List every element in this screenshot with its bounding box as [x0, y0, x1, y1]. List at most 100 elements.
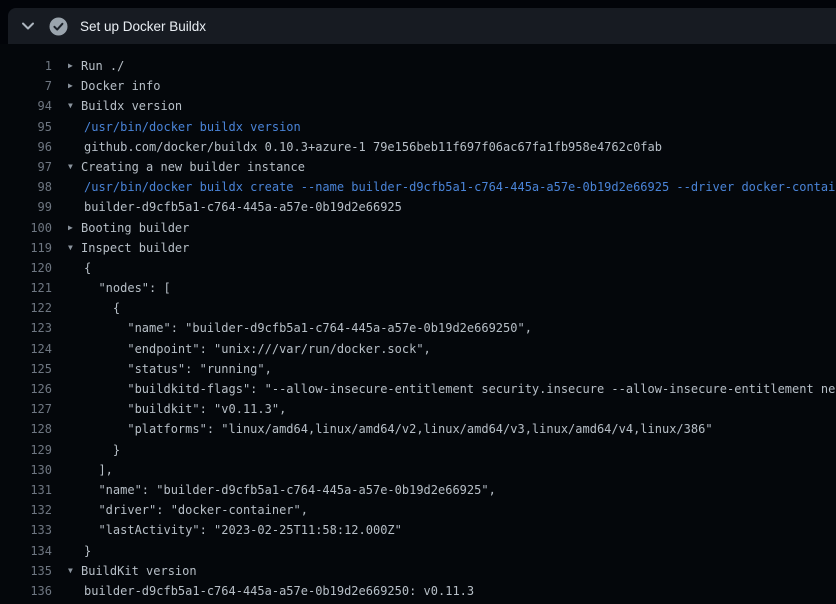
- log-output-text: }: [68, 541, 91, 561]
- line-number[interactable]: 125: [0, 359, 52, 379]
- log-output-text: "buildkit": "v0.11.3",: [68, 399, 286, 419]
- log-group-title: BuildKit version: [81, 561, 197, 581]
- log-line: 124 "endpoint": "unix:///var/run/docker.…: [0, 339, 836, 359]
- log-group-title: Creating a new builder instance: [81, 157, 305, 177]
- log-output-text: }: [68, 440, 120, 460]
- log-group-toggle[interactable]: ▶Docker info: [68, 76, 160, 96]
- line-number[interactable]: 134: [0, 541, 52, 561]
- line-number[interactable]: 98: [0, 177, 52, 197]
- log-output-text: {: [68, 298, 120, 318]
- line-number[interactable]: 122: [0, 298, 52, 318]
- log-line: 120 {: [0, 258, 836, 278]
- log-line: 130 ],: [0, 460, 836, 480]
- log-output-text: "nodes": [: [68, 278, 171, 298]
- line-number[interactable]: 124: [0, 339, 52, 359]
- log-output-text: "driver": "docker-container",: [68, 500, 308, 520]
- line-number[interactable]: 7: [0, 76, 52, 96]
- expand-group-icon[interactable]: ▶: [68, 218, 81, 238]
- log-output-text: github.com/docker/buildx 0.10.3+azure-1 …: [68, 137, 662, 157]
- collapse-group-icon[interactable]: ▼: [68, 157, 81, 177]
- line-number[interactable]: 121: [0, 278, 52, 298]
- log-group-toggle[interactable]: ▼Buildx version: [68, 96, 182, 116]
- collapse-group-icon[interactable]: ▼: [68, 561, 81, 581]
- line-number[interactable]: 123: [0, 318, 52, 338]
- line-number[interactable]: 126: [0, 379, 52, 399]
- chevron-down-icon[interactable]: [16, 14, 40, 38]
- line-number[interactable]: 133: [0, 520, 52, 540]
- log-line: 7 ▶Docker info: [0, 76, 836, 96]
- line-number[interactable]: 132: [0, 500, 52, 520]
- log-line: 132 "driver": "docker-container",: [0, 500, 836, 520]
- line-number[interactable]: 135: [0, 561, 52, 581]
- log-line: 95/usr/bin/docker buildx version: [0, 117, 836, 137]
- log-line: 134}: [0, 541, 836, 561]
- log-group-title: Run ./: [81, 56, 124, 76]
- log-output-text: "name": "builder-d9cfb5a1-c764-445a-a57e…: [68, 480, 496, 500]
- log-line: 97 ▼Creating a new builder instance: [0, 157, 836, 177]
- line-number[interactable]: 94: [0, 96, 52, 116]
- log-line: 135 ▼BuildKit version: [0, 561, 836, 581]
- line-number[interactable]: 97: [0, 157, 52, 177]
- step-header[interactable]: Set up Docker Buildx: [8, 8, 836, 44]
- collapse-group-icon[interactable]: ▼: [68, 96, 81, 116]
- log-line: 127 "buildkit": "v0.11.3",: [0, 399, 836, 419]
- step-title: Set up Docker Buildx: [80, 19, 206, 34]
- log-group-toggle[interactable]: ▼Creating a new builder instance: [68, 157, 305, 177]
- log-output-text: "status": "running",: [68, 359, 272, 379]
- log-output-text: "name": "builder-d9cfb5a1-c764-445a-a57e…: [68, 318, 532, 338]
- line-number[interactable]: 1: [0, 56, 52, 76]
- log-output-text: "lastActivity": "2023-02-25T11:58:12.000…: [68, 520, 402, 540]
- log-line: 131 "name": "builder-d9cfb5a1-c764-445a-…: [0, 480, 836, 500]
- log-line: 98/usr/bin/docker buildx create --name b…: [0, 177, 836, 197]
- log-group-title: Booting builder: [81, 218, 189, 238]
- line-number[interactable]: 128: [0, 419, 52, 439]
- log-line: 1 ▶Run ./: [0, 56, 836, 76]
- log-line: 122 {: [0, 298, 836, 318]
- log-group-title: Inspect builder: [81, 238, 189, 258]
- line-number[interactable]: 100: [0, 218, 52, 238]
- line-number[interactable]: 127: [0, 399, 52, 419]
- log-group-title: Docker info: [81, 76, 160, 96]
- log-line: 136 builder-d9cfb5a1-c764-445a-a57e-0b19d…: [0, 581, 836, 601]
- log-output-text: builder-d9cfb5a1-c764-445a-a57e-0b19d2e6…: [68, 581, 474, 601]
- line-number[interactable]: 119: [0, 238, 52, 258]
- log-group-toggle[interactable]: ▶Run ./: [68, 56, 124, 76]
- line-number[interactable]: 99: [0, 197, 52, 217]
- log-output-text: "buildkitd-flags": "--allow-insecure-ent…: [68, 379, 836, 399]
- log-line: 128 "platforms": "linux/amd64,linux/amd6…: [0, 419, 836, 439]
- line-number[interactable]: 131: [0, 480, 52, 500]
- expand-group-icon[interactable]: ▶: [68, 76, 81, 96]
- log-line: 99 builder-d9cfb5a1-c764-445a-a57e-0b19d2…: [0, 197, 836, 217]
- log-group-toggle[interactable]: ▶Booting builder: [68, 218, 189, 238]
- expand-group-icon[interactable]: ▶: [68, 56, 81, 76]
- line-number[interactable]: 136: [0, 581, 52, 601]
- log-line: 123 "name": "builder-d9cfb5a1-c764-445a-…: [0, 318, 836, 338]
- line-number[interactable]: 129: [0, 440, 52, 460]
- line-number[interactable]: 96: [0, 137, 52, 157]
- log-line: 94 ▼Buildx version: [0, 96, 836, 116]
- log-group-toggle[interactable]: ▼Inspect builder: [68, 238, 189, 258]
- check-circle-icon: [48, 16, 68, 36]
- log-output-text: "endpoint": "unix:///var/run/docker.sock…: [68, 339, 431, 359]
- log-line: 126 "buildkitd-flags": "--allow-insecure…: [0, 379, 836, 399]
- line-number[interactable]: 95: [0, 117, 52, 137]
- log-group-title: Buildx version: [81, 96, 182, 116]
- step-log: 1▶Run ./7▶Docker info94▼Buildx version95…: [0, 44, 836, 604]
- log-output-text: ],: [68, 460, 113, 480]
- log-line: 100 ▶Booting builder: [0, 218, 836, 238]
- log-line: 119 ▼Inspect builder: [0, 238, 836, 258]
- log-output-text: "platforms": "linux/amd64,linux/amd64/v2…: [68, 419, 713, 439]
- log-output-text: builder-d9cfb5a1-c764-445a-a57e-0b19d2e6…: [68, 197, 402, 217]
- log-line: 96 github.com/docker/buildx 0.10.3+azure-…: [0, 137, 836, 157]
- line-number[interactable]: 130: [0, 460, 52, 480]
- log-command-text: /usr/bin/docker buildx create --name bui…: [68, 177, 836, 197]
- line-number[interactable]: 120: [0, 258, 52, 278]
- log-line: 125 "status": "running",: [0, 359, 836, 379]
- log-command-text: /usr/bin/docker buildx version: [68, 117, 301, 137]
- log-output-text: {: [68, 258, 91, 278]
- log-line: 121 "nodes": [: [0, 278, 836, 298]
- log-group-toggle[interactable]: ▼BuildKit version: [68, 561, 197, 581]
- log-line: 129 }: [0, 440, 836, 460]
- collapse-group-icon[interactable]: ▼: [68, 238, 81, 258]
- log-line: 133 "lastActivity": "2023-02-25T11:58:12…: [0, 520, 836, 540]
